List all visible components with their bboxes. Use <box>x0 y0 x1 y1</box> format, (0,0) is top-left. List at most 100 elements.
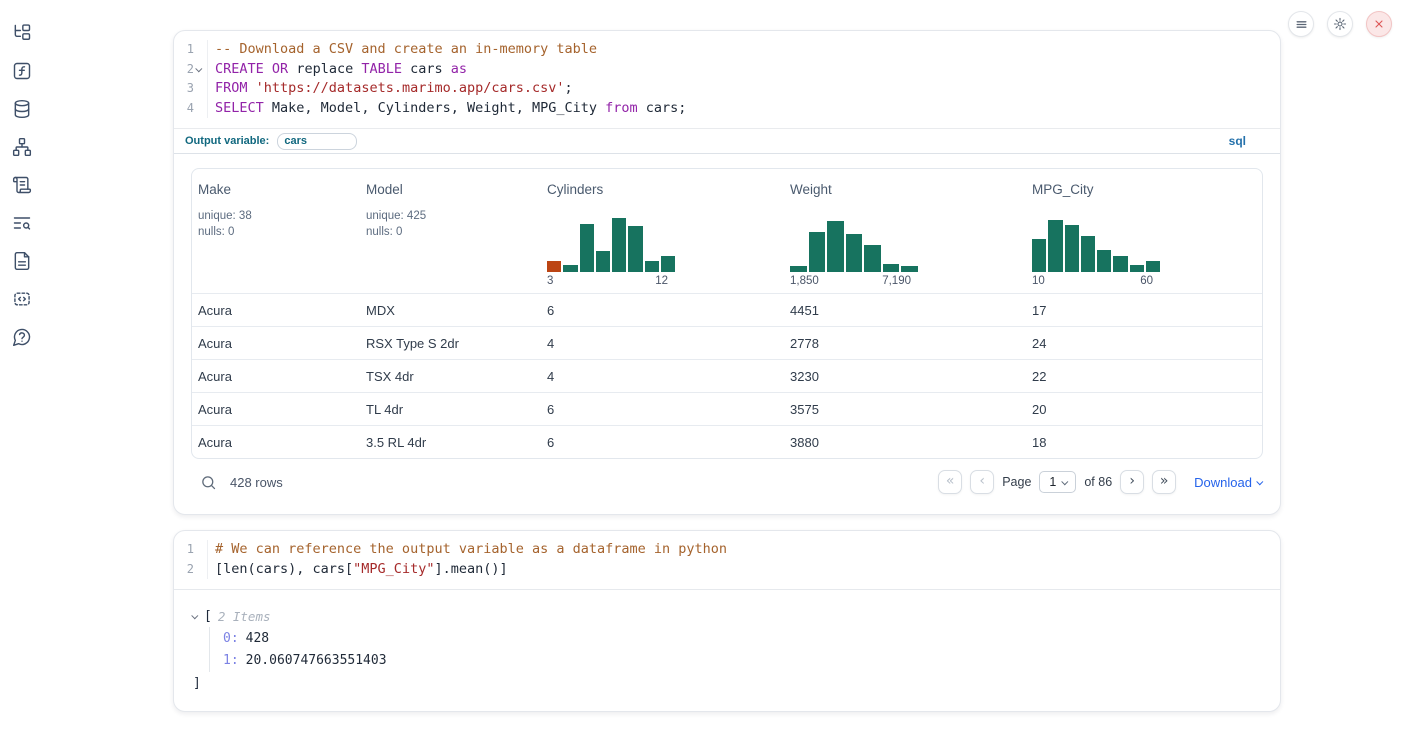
chevron-down-icon <box>195 65 202 72</box>
collapse-chevron-icon[interactable] <box>191 612 198 619</box>
tree-entry: 0:428 <box>223 627 1280 650</box>
prev-page-button[interactable]: ‹ <box>970 470 994 494</box>
histogram-bar[interactable] <box>827 221 844 272</box>
histogram-bar[interactable] <box>790 266 807 272</box>
histogram-bar[interactable] <box>547 261 561 273</box>
column-header-weight[interactable]: Weight1,8507,190 <box>790 182 1032 287</box>
table-cell: Acura <box>198 402 366 417</box>
close-bracket: ] <box>193 672 1280 694</box>
table-row[interactable]: AcuraRSX Type S 2dr4277824 <box>192 326 1262 359</box>
histogram-bar[interactable] <box>1130 265 1144 272</box>
histogram-bar[interactable] <box>864 245 881 272</box>
histogram-bar[interactable] <box>661 256 675 272</box>
axis-min-label: 10 <box>1032 275 1045 287</box>
code-line[interactable]: 4SELECT Make, Model, Cylinders, Weight, … <box>174 99 1280 119</box>
sidebar-item-scratchpad[interactable] <box>11 174 33 196</box>
axis-max-label: 12 <box>655 275 668 287</box>
histogram-bar[interactable] <box>1146 261 1160 273</box>
search-button[interactable] <box>200 474 217 491</box>
sidebar-item-logs[interactable] <box>11 212 33 234</box>
sidebar-item-snippets[interactable] <box>11 288 33 310</box>
histogram-bar[interactable] <box>1065 225 1079 273</box>
histogram-bars <box>1032 218 1160 272</box>
histogram-bar[interactable] <box>645 261 659 273</box>
code-line[interactable]: 2CREATE OR replace TABLE cars as <box>174 60 1280 80</box>
table-row[interactable]: AcuraTSX 4dr4323022 <box>192 359 1262 392</box>
table-cell: Acura <box>198 369 366 384</box>
histogram-bar[interactable] <box>846 234 863 273</box>
file-tree-icon <box>12 23 32 43</box>
code-text: [len(cars), cars["MPG_City"].mean()] <box>207 560 508 580</box>
menu-button[interactable] <box>1288 11 1314 37</box>
line-number: 4 <box>174 99 194 119</box>
column-header-model[interactable]: Modelunique: 425nulls: 0 <box>366 182 547 287</box>
column-label: Weight <box>790 182 1032 197</box>
sql-cell: 1-- Download a CSV and create an in-memo… <box>173 30 1281 515</box>
next-page-button[interactable]: › <box>1120 470 1144 494</box>
column-label: Cylinders <box>547 182 790 197</box>
histogram-bar[interactable] <box>628 226 642 272</box>
code-line[interactable]: 3FROM 'https://datasets.marimo.app/cars.… <box>174 79 1280 99</box>
download-label: Download <box>1194 475 1252 490</box>
code-line[interactable]: 2[len(cars), cars["MPG_City"].mean()] <box>174 560 1280 580</box>
sidebar-panel <box>0 22 44 348</box>
table-cell: 3575 <box>790 402 1032 417</box>
sidebar-item-help[interactable] <box>11 326 33 348</box>
histogram-bar[interactable] <box>580 224 594 273</box>
table-cell: 4 <box>547 336 790 351</box>
histogram-bar[interactable] <box>1032 239 1046 272</box>
sql-code-editor[interactable]: 1-- Download a CSV and create an in-memo… <box>174 31 1280 128</box>
download-button[interactable]: Download <box>1194 475 1263 490</box>
search-icon <box>200 474 217 491</box>
table-cell: 20 <box>1032 402 1262 417</box>
table-row[interactable]: Acura3.5 RL 4dr6388018 <box>192 425 1262 458</box>
histogram-bar[interactable] <box>901 266 918 272</box>
histogram-bar[interactable] <box>1113 256 1127 272</box>
page-select[interactable]: 1 <box>1039 471 1076 493</box>
sidebar-item-data-sources[interactable] <box>11 98 33 120</box>
column-header-mpg_city[interactable]: MPG_City1060 <box>1032 182 1262 287</box>
fold-chevron-icon[interactable] <box>194 60 205 80</box>
histogram-bar[interactable] <box>596 251 610 273</box>
code-line[interactable]: 1-- Download a CSV and create an in-memo… <box>174 40 1280 60</box>
histogram-bar[interactable] <box>1097 250 1111 273</box>
table-footer: 428 rows « ‹ Page 1 of 86 › » Download <box>174 459 1280 505</box>
table-row[interactable]: AcuraMDX6445117 <box>192 293 1262 326</box>
function-square-icon <box>12 61 32 81</box>
code-square-dashed-icon <box>12 289 32 309</box>
output-variable-label: Output variable: <box>185 135 269 147</box>
first-page-button[interactable]: « <box>938 470 962 494</box>
code-line[interactable]: 1# We can reference the output variable … <box>174 540 1280 560</box>
histogram-bar[interactable] <box>563 265 577 272</box>
histogram-bar[interactable] <box>883 264 900 273</box>
histogram-bars <box>547 218 675 272</box>
settings-button[interactable] <box>1327 11 1353 37</box>
stat-line: nulls: 0 <box>366 224 547 240</box>
sidebar-item-file-explorer[interactable] <box>11 22 33 44</box>
table-cell: 4 <box>547 369 790 384</box>
sql-cell-output: Makeunique: 38nulls: 0Modelunique: 425nu… <box>174 168 1280 505</box>
line-number: 2 <box>174 60 194 80</box>
histogram-bar[interactable] <box>612 218 626 272</box>
line-number: 1 <box>174 40 194 60</box>
column-header-cylinders[interactable]: Cylinders312 <box>547 182 790 287</box>
histogram-bar[interactable] <box>1081 236 1095 273</box>
sidebar-item-variables[interactable] <box>11 60 33 82</box>
database-icon <box>12 99 32 119</box>
column-header-make[interactable]: Makeunique: 38nulls: 0 <box>198 182 366 287</box>
sidebar-item-documentation[interactable] <box>11 250 33 272</box>
output-variable-input[interactable] <box>277 133 357 150</box>
table-row[interactable]: AcuraTL 4dr6357520 <box>192 392 1262 425</box>
histogram-bar[interactable] <box>809 232 826 273</box>
code-text: FROM 'https://datasets.marimo.app/cars.c… <box>207 79 573 99</box>
python-code-editor[interactable]: 1# We can reference the output variable … <box>174 531 1280 589</box>
fold-spacer <box>194 40 205 60</box>
close-button[interactable] <box>1366 11 1392 37</box>
column-stats: unique: 425nulls: 0 <box>366 208 547 240</box>
last-page-button[interactable]: » <box>1152 470 1176 494</box>
histogram-bar[interactable] <box>1048 220 1062 272</box>
sidebar-item-dependency-graph[interactable] <box>11 136 33 158</box>
text-search-icon <box>12 213 32 233</box>
histogram-axis-labels: 1060 <box>1032 275 1160 287</box>
table-cell: 3880 <box>790 435 1032 450</box>
